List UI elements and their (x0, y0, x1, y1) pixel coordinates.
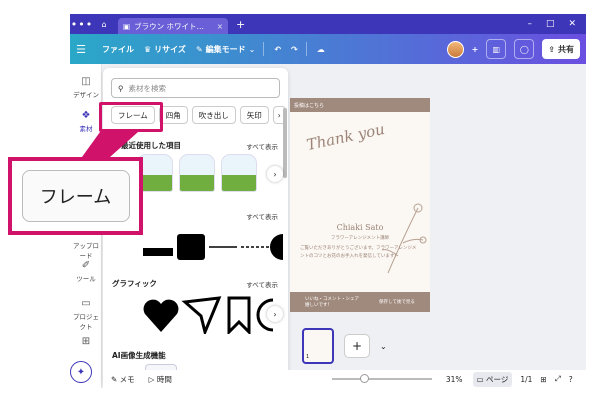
comment-icon[interactable]: ◯ (514, 39, 535, 59)
see-all-recent[interactable]: すべて表示 (246, 141, 278, 151)
edit-mode-button[interactable]: ✎ 編集モード ⌄ (196, 44, 255, 55)
callout-chip: フレーム (21, 170, 130, 222)
see-all-shapes[interactable]: すべて表示 (246, 211, 278, 221)
chip-square[interactable]: 四角 (158, 106, 188, 124)
avatar[interactable] (446, 40, 464, 58)
redo-icon[interactable]: ↷ (291, 45, 298, 54)
magic-icon[interactable]: ✦ (70, 361, 92, 383)
app-window: ••• ⌂ ▣ ブラウン ホワイト… × + – □ ✕ ☰ ファイル ♛ リサイ… (70, 14, 586, 388)
page-count: 1/1 (520, 374, 533, 384)
design-canvas[interactable]: 投稿はこちら Thank you Chiaki Sato フラワーアレンジメント… (290, 98, 430, 312)
divider (305, 42, 307, 56)
page-strip: 1 + ⌄ (302, 328, 387, 364)
rectangle-shape[interactable] (143, 248, 173, 256)
frame-thumb[interactable] (179, 154, 215, 192)
footer-right: 保存して後で見る (379, 300, 415, 305)
close-tab-icon[interactable]: × (217, 22, 223, 31)
scrollbar[interactable] (283, 108, 287, 178)
section-recent: 最近使用した項目 (121, 141, 181, 150)
chip-speech-bubble[interactable]: 吹き出し (191, 106, 236, 124)
close-window-icon[interactable]: ✕ (568, 19, 576, 29)
frame-thumb[interactable] (221, 154, 257, 192)
chevron-down-icon[interactable]: ⌄ (380, 342, 387, 351)
minimize-icon[interactable]: – (527, 19, 532, 29)
shapes-icon: ❖ (81, 110, 91, 121)
pencil-icon: ✎ (195, 44, 203, 54)
menu-icon[interactable]: ☰ (70, 43, 92, 56)
section-ai: AI画像生成機能 (112, 351, 166, 360)
page-number: 1 (306, 354, 310, 360)
rounded-square-shape[interactable] (177, 234, 205, 260)
zoom-slider[interactable] (331, 374, 432, 383)
draw-icon: ✐ (81, 260, 91, 271)
zoom-level[interactable]: 31% (446, 375, 463, 384)
rail-item-elements[interactable]: ❖ 素材 (70, 110, 102, 133)
canva-icon: ▣ (123, 21, 131, 31)
maximize-icon[interactable]: □ (546, 19, 555, 29)
memo-button[interactable]: ✎ メモ (111, 374, 135, 385)
zoom-callout: フレーム (8, 157, 143, 235)
status-bar: ✎ メモ ▷ 時間 31% ▭ ページ 1/1 ⊞ ⤢ ? (103, 370, 586, 388)
rail-item-uploads[interactable]: アップロード (70, 240, 102, 260)
timer-button[interactable]: ▷ 時間 (149, 374, 172, 385)
resize-button[interactable]: ♛ リサイズ (144, 44, 186, 55)
grid-view-icon[interactable]: ⊞ (540, 375, 546, 384)
search-icon: ⚲ (118, 83, 124, 93)
shapes-row (143, 234, 283, 260)
divider (263, 42, 265, 56)
apps-icon: ⊞ (81, 336, 91, 347)
highlight-frame-chip (99, 102, 163, 132)
file-menu[interactable]: ファイル (102, 44, 134, 55)
search-input[interactable]: ⚲ 素材を検索 (111, 78, 280, 98)
graphics-row (143, 296, 274, 334)
rail-item-design[interactable]: ◫ デザイン (70, 76, 102, 99)
rail-item-apps[interactable]: ⊞ (70, 336, 102, 349)
heart-graphic[interactable] (143, 299, 179, 332)
page-thumbnail[interactable]: 1 (302, 328, 334, 364)
upload-icon: ⇪ (548, 44, 555, 54)
author-name: Chiaki Sato (336, 223, 384, 232)
section-graphics: グラフィック (112, 279, 157, 288)
message-text: ご覧いただきありがとうございます。フラワーアレンジメントのコツとお花のお手入れを… (300, 246, 417, 259)
thank-you-text: Thank you (304, 119, 387, 155)
author-title: フラワーアレンジメント講師 (330, 236, 390, 241)
see-all-graphics[interactable]: すべて表示 (246, 279, 278, 289)
chip-arrow[interactable]: 矢印 (239, 106, 269, 124)
help-icon[interactable]: ? (569, 375, 573, 384)
canvas-banner: 投稿はこちら (290, 98, 430, 112)
fullscreen-icon[interactable]: ⤢ (555, 374, 561, 384)
folder-icon: ▭ (81, 298, 91, 309)
zoom-handle[interactable] (359, 374, 369, 383)
home-icon[interactable]: ⌂ (94, 20, 114, 29)
chevron-down-icon: ⌄ (248, 44, 256, 54)
add-collaborator-icon[interactable]: + (472, 45, 479, 54)
more-icon[interactable]: ••• (70, 18, 94, 31)
add-page-button[interactable]: + (344, 334, 370, 358)
rail-item-tools[interactable]: ✐ ツール (70, 260, 102, 283)
recent-frames (137, 154, 257, 192)
tab-document[interactable]: ▣ ブラウン ホワイト… × (118, 18, 228, 34)
canvas-footer: いいね・コメント・シェア嬉しいです！ 保存して後で見る (290, 292, 430, 312)
sync-status-icon[interactable]: ☁ (317, 45, 325, 54)
chevron-right-icon[interactable]: › (267, 306, 283, 322)
pages-button[interactable]: ▭ ページ (472, 371, 513, 387)
insights-icon[interactable]: ▥ (486, 39, 507, 59)
circle-gradient-shape[interactable] (270, 234, 283, 260)
paper-plane-graphic[interactable] (181, 296, 222, 334)
new-tab-icon[interactable]: + (236, 18, 245, 31)
layout-icon: ◫ (81, 76, 91, 87)
tab-title: ブラウン ホワイト… (134, 21, 204, 31)
editor-toolbar: ☰ ファイル ♛ リサイズ ✎ 編集モード ⌄ ↶ ↷ ☁ + ▥ ◯ ⇪ 共有 (70, 34, 586, 64)
title-bar: ••• ⌂ ▣ ブラウン ホワイト… × + – □ ✕ (70, 14, 586, 34)
rail-item-projects[interactable]: ▭ プロジェクト (70, 298, 102, 331)
chevron-right-icon[interactable]: › (267, 166, 283, 182)
resize-icon: ♛ (144, 44, 152, 54)
footer-left: いいね・コメント・シェア嬉しいです！ (305, 297, 359, 308)
undo-icon[interactable]: ↶ (274, 45, 281, 54)
bookmark-graphic[interactable] (227, 296, 251, 334)
share-button[interactable]: ⇪ 共有 (542, 39, 580, 59)
